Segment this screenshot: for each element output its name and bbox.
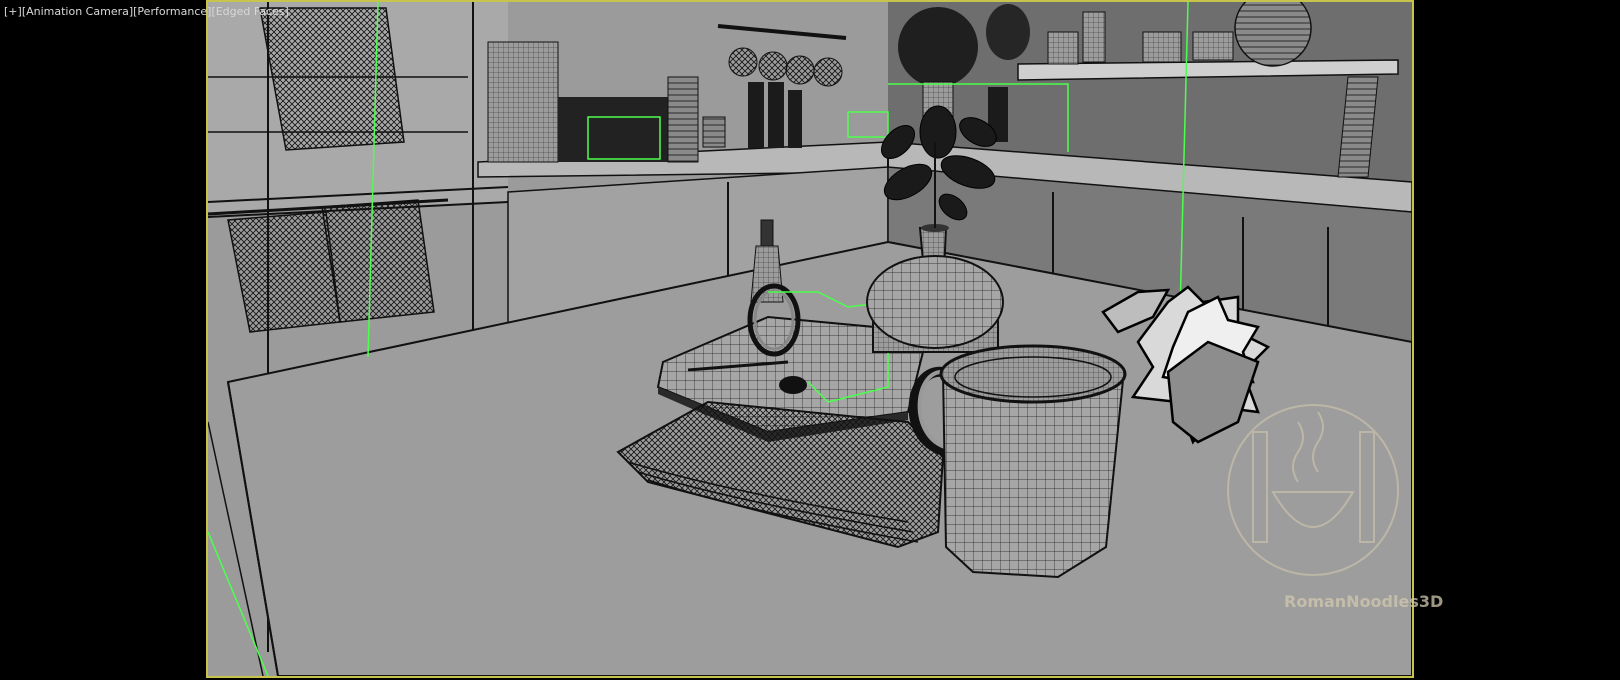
potted-plant-back	[898, 7, 978, 87]
hanging-towel-top	[259, 7, 405, 151]
viewport-menu-plus[interactable]: [+]	[4, 5, 22, 18]
scene-render	[208, 2, 1412, 676]
viewport-label: [+][Animation Camera][Performance][Edged…	[4, 5, 289, 18]
max-viewport-window: [+][Animation Camera][Performance][Edged…	[0, 0, 1620, 680]
watermark-text: RomanNoodles3D	[1284, 592, 1444, 611]
viewport-camera-menu[interactable]: [Animation Camera]	[22, 5, 133, 18]
board-knob	[779, 376, 807, 394]
coffee-machine	[487, 41, 559, 163]
viewport-edges-menu[interactable]: [Edged Faces]	[211, 5, 288, 18]
active-viewport[interactable]	[206, 0, 1414, 678]
viewport-shading-menu[interactable]: [Performance]	[133, 5, 211, 18]
jars-cluster	[558, 97, 668, 162]
hanging-towel-right	[321, 199, 435, 323]
